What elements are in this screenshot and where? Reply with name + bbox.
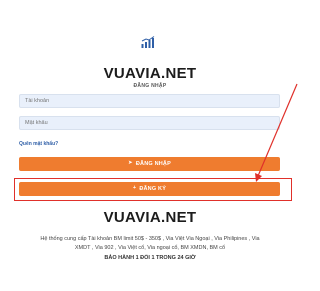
- description-line-2: XMDT , Via 902 , Via Việt cổ, Via ngoại …: [74, 245, 226, 251]
- description-line-1: Hệ thống cung cấp Tài khoản BM limit 50$…: [40, 236, 260, 242]
- register-button-label: ĐĂNG KÝ: [139, 186, 167, 192]
- login-button[interactable]: ➤ ĐĂNG NHẬP: [19, 157, 280, 171]
- sign-in-icon: ➤: [128, 160, 133, 167]
- plus-icon: +: [132, 185, 137, 192]
- login-page: VUAVIA.NET ĐĂNG NHẬP Quên mật khẩu? ➤ ĐĂ…: [0, 0, 300, 291]
- register-button[interactable]: + ĐĂNG KÝ: [19, 182, 280, 196]
- login-button-label: ĐĂNG NHẬP: [135, 161, 171, 167]
- footer-title: VUAVIA.NET: [103, 209, 197, 226]
- warranty-line: BẢO HÀNH 1 ĐỔI 1 TRONG 24 GIỜ: [104, 255, 196, 261]
- password-input[interactable]: [19, 116, 280, 130]
- username-input[interactable]: [19, 94, 280, 108]
- login-heading: ĐĂNG NHẬP: [133, 83, 167, 89]
- site-title: VUAVIA.NET: [103, 65, 197, 82]
- bar-chart-icon: [141, 36, 155, 48]
- forgot-password-link[interactable]: Quên mật khẩu?: [19, 141, 58, 147]
